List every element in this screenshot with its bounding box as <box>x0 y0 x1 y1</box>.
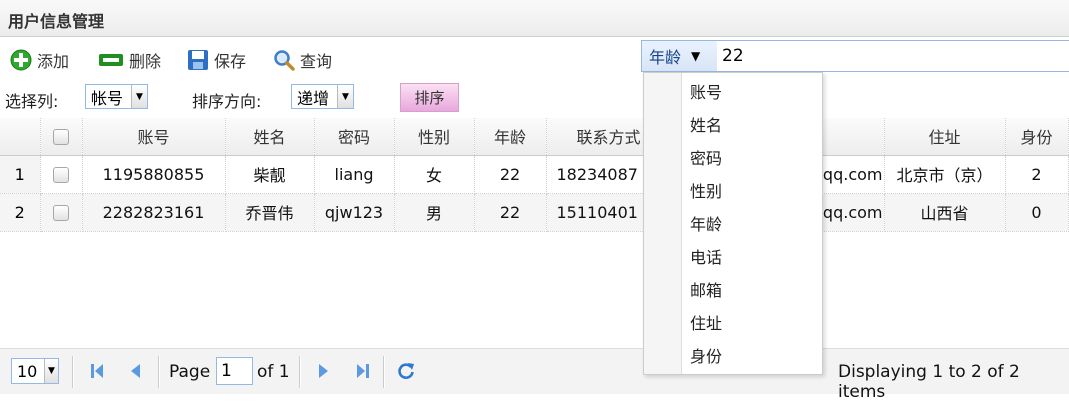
last-page-icon[interactable] <box>352 361 372 381</box>
column-header[interactable]: 身份 <box>1005 118 1069 156</box>
cell-address[interactable]: 山西省 <box>884 193 1006 232</box>
column-header[interactable]: 年龄 <box>474 118 547 156</box>
cell-role[interactable]: 2 <box>1005 155 1069 194</box>
sort-controls: 选择列: 帐号 ▼ 排序方向: 递增 ▼ 排序 <box>0 80 1069 116</box>
delete-button[interactable]: 删除 <box>98 47 161 73</box>
query-button[interactable]: 查询 <box>273 47 332 73</box>
pagination-bar: 10 ▼ Page of 1 Displaying 1 to 2 of 2 it… <box>0 348 1069 402</box>
next-page-icon[interactable] <box>313 361 333 381</box>
sort-direction-dropdown[interactable]: 递增 ▼ <box>291 84 354 109</box>
save-button[interactable]: 保存 <box>187 47 246 73</box>
page-size-select[interactable]: 10 ▼ <box>11 358 59 384</box>
display-info: Displaying 1 to 2 of 2 items <box>838 362 1020 402</box>
row-checkbox[interactable] <box>53 167 69 183</box>
menu-item-account[interactable]: 账号 <box>690 76 722 109</box>
column-header[interactable]: 性别 <box>394 118 475 156</box>
cell-address[interactable]: 北京市（京） <box>884 155 1006 194</box>
table-row[interactable]: 1 1195880855 柴靓 liang 女 22 18234087 qq.c… <box>0 155 1069 194</box>
add-label: 添加 <box>37 52 70 71</box>
select-all-checkbox[interactable] <box>53 129 69 146</box>
menu-item-email[interactable]: 邮箱 <box>690 274 722 307</box>
cell-password[interactable]: qjw123 <box>314 193 395 232</box>
divider <box>72 356 74 388</box>
query-label: 查询 <box>300 52 333 71</box>
page-count-label: of 1 <box>257 362 290 382</box>
delete-label: 删除 <box>129 52 162 71</box>
row-number: 1 <box>0 155 41 194</box>
chevron-down-icon: ▼ <box>337 85 353 108</box>
search-input[interactable] <box>720 44 1060 68</box>
menu-item-age[interactable]: 年龄 <box>690 208 722 241</box>
chevron-down-icon: ▼ <box>44 359 58 383</box>
panel-title: 用户信息管理 <box>0 0 1069 37</box>
row-checkbox-cell[interactable] <box>40 155 83 194</box>
menu-item-gender[interactable]: 性别 <box>690 175 722 208</box>
menu-item-password[interactable]: 密码 <box>690 142 722 175</box>
rownum-header <box>0 118 41 156</box>
divider <box>383 356 385 388</box>
search-field-label: 年龄 <box>649 48 682 67</box>
cell-account[interactable]: 1195880855 <box>82 155 226 194</box>
save-label: 保存 <box>214 52 247 71</box>
select-all-checkbox-cell[interactable] <box>40 118 83 156</box>
sort-direction-label: 排序方向: <box>192 92 262 111</box>
add-button[interactable]: 添加 <box>10 47 69 73</box>
select-column-label: 选择列: <box>5 92 59 111</box>
menu-item-phone[interactable]: 电话 <box>690 241 722 274</box>
column-header[interactable]: 姓名 <box>225 118 315 156</box>
cell-name[interactable]: 乔晋伟 <box>225 193 315 232</box>
search-icon <box>273 49 295 71</box>
search-box: 年龄 ▼ <box>641 40 1069 72</box>
page-number-input[interactable] <box>216 357 253 385</box>
prev-page-icon[interactable] <box>126 361 146 381</box>
search-field-menu: 账号 姓名 密码 性别 年龄 电话 邮箱 住址 身份 <box>643 72 823 375</box>
row-checkbox[interactable] <box>53 205 69 221</box>
page-size-value: 10 <box>17 361 38 381</box>
delete-icon <box>98 49 124 71</box>
refresh-icon[interactable] <box>396 361 416 381</box>
cell-age[interactable]: 22 <box>474 193 547 232</box>
menu-item-address[interactable]: 住址 <box>690 307 722 340</box>
row-number: 2 <box>0 193 41 232</box>
menu-item-name[interactable]: 姓名 <box>690 109 722 142</box>
cell-name[interactable]: 柴靓 <box>225 155 315 194</box>
cell-password[interactable]: liang <box>314 155 395 194</box>
first-page-icon[interactable] <box>88 361 108 381</box>
column-header[interactable]: 账号 <box>82 118 226 156</box>
save-icon <box>187 49 209 71</box>
divider <box>299 356 301 388</box>
cell-account[interactable]: 2282823161 <box>82 193 226 232</box>
cell-role[interactable]: 0 <box>1005 193 1069 232</box>
user-table: 账号 姓名 密码 性别 年龄 联系方式 住址 身份 1 1195880855 柴… <box>0 118 1069 232</box>
divider <box>158 356 160 388</box>
sort-button[interactable]: 排序 <box>400 83 459 112</box>
column-header[interactable]: 密码 <box>314 118 395 156</box>
column-header[interactable]: 住址 <box>884 118 1006 156</box>
cell-gender[interactable]: 男 <box>394 193 475 232</box>
sort-direction-value: 递增 <box>297 88 330 108</box>
select-column-dropdown[interactable]: 帐号 ▼ <box>85 84 148 109</box>
menu-icon-strip <box>644 73 682 374</box>
cell-gender[interactable]: 女 <box>394 155 475 194</box>
chevron-down-icon: ▼ <box>131 85 147 108</box>
select-column-value: 帐号 <box>91 88 124 108</box>
search-field-menu-button[interactable]: 年龄 ▼ <box>642 41 717 71</box>
add-icon <box>10 49 32 71</box>
cell-age[interactable]: 22 <box>474 155 547 194</box>
row-checkbox-cell[interactable] <box>40 193 83 232</box>
page-label: Page <box>169 362 211 382</box>
table-row[interactable]: 2 2282823161 乔晋伟 qjw123 男 22 15110401 qq… <box>0 193 1069 232</box>
table-header-row: 账号 姓名 密码 性别 年龄 联系方式 住址 身份 <box>0 118 1069 156</box>
menu-item-role[interactable]: 身份 <box>690 340 722 373</box>
caret-down-icon: ▼ <box>691 49 701 63</box>
